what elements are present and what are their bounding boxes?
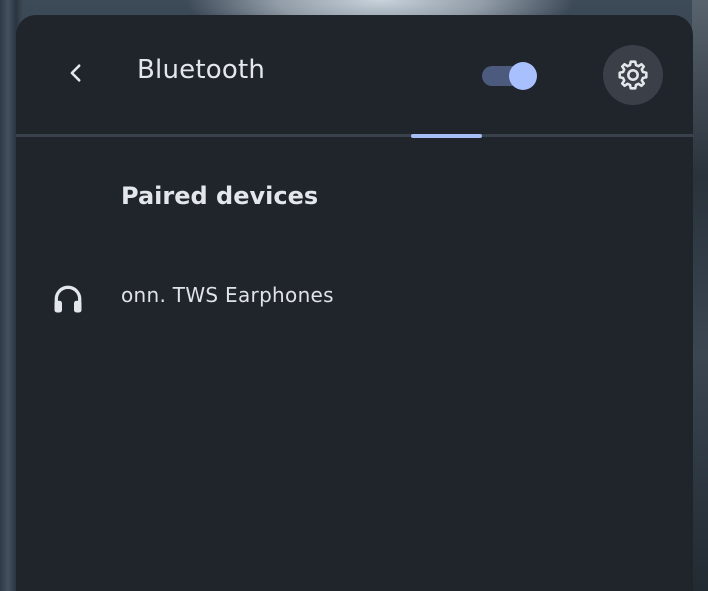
- settings-button[interactable]: [603, 45, 663, 105]
- page-title: Bluetooth: [137, 55, 266, 85]
- toggle-thumb: [509, 62, 537, 90]
- back-button[interactable]: [56, 53, 96, 93]
- bluetooth-panel: Bluetooth Paired devices onn. TWS Earpho…: [16, 15, 693, 591]
- bluetooth-toggle[interactable]: [482, 61, 540, 91]
- header-divider: [16, 134, 693, 137]
- scanning-progress-indicator: [411, 134, 482, 138]
- panel-header: Bluetooth: [16, 15, 693, 135]
- section-heading-paired-devices: Paired devices: [121, 182, 319, 210]
- device-name: onn. TWS Earphones: [121, 283, 334, 307]
- gear-icon: [618, 60, 648, 90]
- list-item-device[interactable]: onn. TWS Earphones: [16, 267, 693, 327]
- chevron-left-icon: [70, 64, 81, 82]
- headphones-icon: [54, 285, 82, 313]
